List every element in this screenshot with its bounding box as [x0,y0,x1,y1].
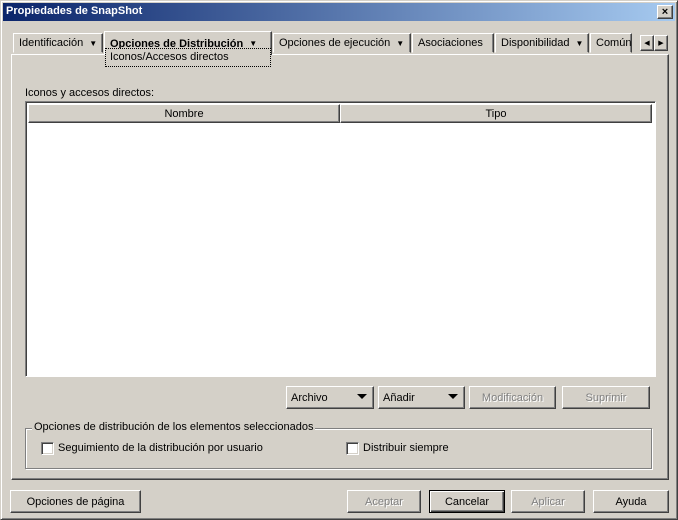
button-label: Archivo [291,391,328,404]
tab-label: Opciones de ejecución [279,37,391,49]
arrow-right-icon: ▶ [658,40,664,47]
tab-scroll-right-button[interactable]: ▶ [654,35,668,51]
always-distribute-label[interactable]: Distribuir siempre [363,442,449,454]
chevron-down-icon: ▼ [89,38,98,48]
title-bar[interactable]: Propiedades de SnapShot × [3,3,675,21]
tab-label: Identificación [19,37,84,49]
suprimir-button[interactable]: Suprimir [562,386,650,409]
chevron-down-icon: ▼ [249,39,258,48]
tab-scroll-left-button[interactable]: ◀ [640,35,654,51]
column-header-tipo[interactable]: Tipo [340,104,652,123]
tab-label: Disponibilidad [501,37,570,49]
tab-comun[interactable]: Común [590,33,632,53]
modificacion-button[interactable]: Modificación [469,386,556,409]
chevron-down-icon: ▼ [575,38,584,48]
tab-opciones-ejecucion[interactable]: Opciones de ejecución ▼ [273,33,411,53]
icons-shortcuts-list[interactable]: Nombre Tipo [25,101,656,377]
page-options-button[interactable]: Opciones de página [10,490,141,513]
tab-disponibilidad[interactable]: Disponibilidad ▼ [495,33,589,53]
group-title: Opciones de distribución de los elemento… [32,421,316,433]
track-distribution-label[interactable]: Seguimiento de la distribución por usuar… [58,442,263,454]
button-label: Añadir [383,391,415,404]
column-header-nombre[interactable]: Nombre [28,104,340,123]
help-button[interactable]: Ayuda [593,490,669,513]
always-distribute-checkbox[interactable] [346,442,359,455]
tab-label: Común [596,37,632,49]
tab-identificacion[interactable]: Identificación ▼ [13,33,103,53]
list-label: Iconos y accesos directos: [25,87,155,99]
properties-dialog: Propiedades de SnapShot × Identificación… [0,0,678,520]
chevron-down-icon [448,394,458,399]
tab-asociaciones[interactable]: Asociaciones [412,33,494,53]
close-button[interactable]: × [657,5,673,19]
arrow-left-icon: ◀ [644,40,650,47]
anadir-dropdown-button[interactable]: Añadir [378,386,465,409]
archivo-dropdown-button[interactable]: Archivo [286,386,374,409]
subtab-iconos-accesos[interactable]: Iconos/Accesos directos [105,48,271,67]
track-distribution-checkbox[interactable] [41,442,54,455]
cancel-button[interactable]: Cancelar [429,490,505,513]
apply-button[interactable]: Aplicar [511,490,585,513]
accept-button[interactable]: Aceptar [347,490,421,513]
chevron-down-icon: ▼ [396,38,405,48]
chevron-down-icon [357,394,367,399]
window-title: Propiedades de SnapShot [6,5,143,17]
tab-label: Asociaciones [418,37,483,49]
